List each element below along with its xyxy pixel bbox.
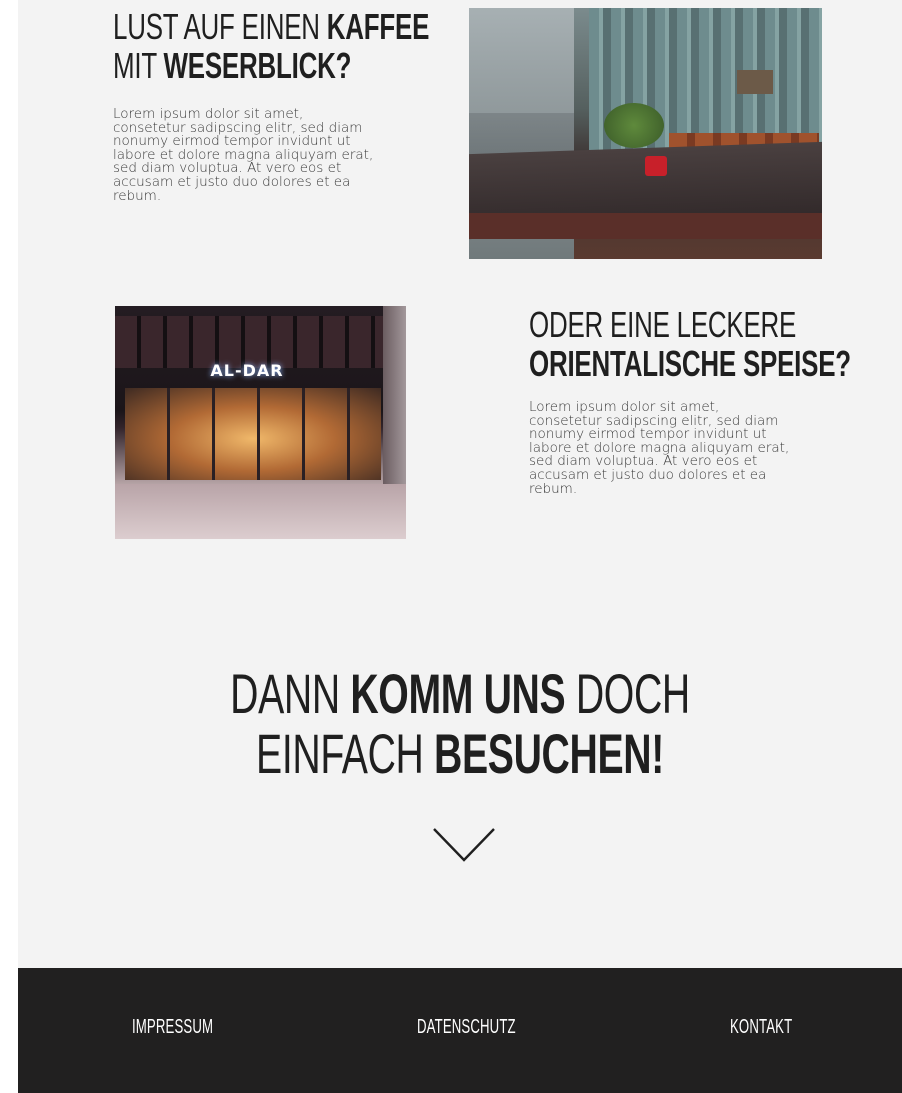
cta-bold-text: komm uns <box>350 662 566 725</box>
chevron-down-icon[interactable] <box>432 826 496 864</box>
footer-link-impressum[interactable]: Impressum <box>132 1016 213 1039</box>
footer: Impressum Datenschutz Kontakt <box>18 968 902 1093</box>
heading-bold-text: Kaffee <box>326 6 430 47</box>
page-content: Lust auf einen Kaffee mit Weserblick? Lor… <box>18 0 902 1093</box>
heading-light-text: Oder eine leckere <box>529 304 797 345</box>
cafe-interior-photo <box>469 8 822 259</box>
restaurant-sign-logo: AL-DAR <box>210 361 284 380</box>
visit-us-heading: Dann komm uns doch einfach besuchen! <box>18 662 902 785</box>
section-food-text: Lorem ipsum dolor sit amet, consetetur s… <box>529 399 790 497</box>
section-food-heading: Oder eine leckere orientalische Speise? <box>529 304 851 384</box>
restaurant-exterior-photo: AL-DAR <box>115 306 406 539</box>
cta-light-text: einfach <box>256 722 435 786</box>
section-coffee-heading: Lust auf einen Kaffee mit Weserblick? <box>113 6 430 86</box>
section-coffee-text: Lorem ipsum dolor sit amet, consetetur s… <box>113 106 374 204</box>
heading-light-text: Lust auf einen <box>113 6 327 47</box>
footer-link-datenschutz[interactable]: Datenschutz <box>417 1016 516 1039</box>
cta-bold-text: besuchen! <box>434 722 664 786</box>
cta-light-text: doch <box>565 662 690 725</box>
cta-line-2: einfach besuchen! <box>151 724 770 784</box>
footer-link-kontakt[interactable]: Kontakt <box>730 1016 792 1039</box>
cta-line-1: Dann komm uns doch <box>151 662 770 725</box>
heading-bold-text: Weserblick? <box>163 44 352 86</box>
heading-bold-text: orientalische Speise? <box>529 342 851 384</box>
heading-light-text: mit <box>113 44 164 86</box>
cta-light-text: Dann <box>230 662 351 725</box>
